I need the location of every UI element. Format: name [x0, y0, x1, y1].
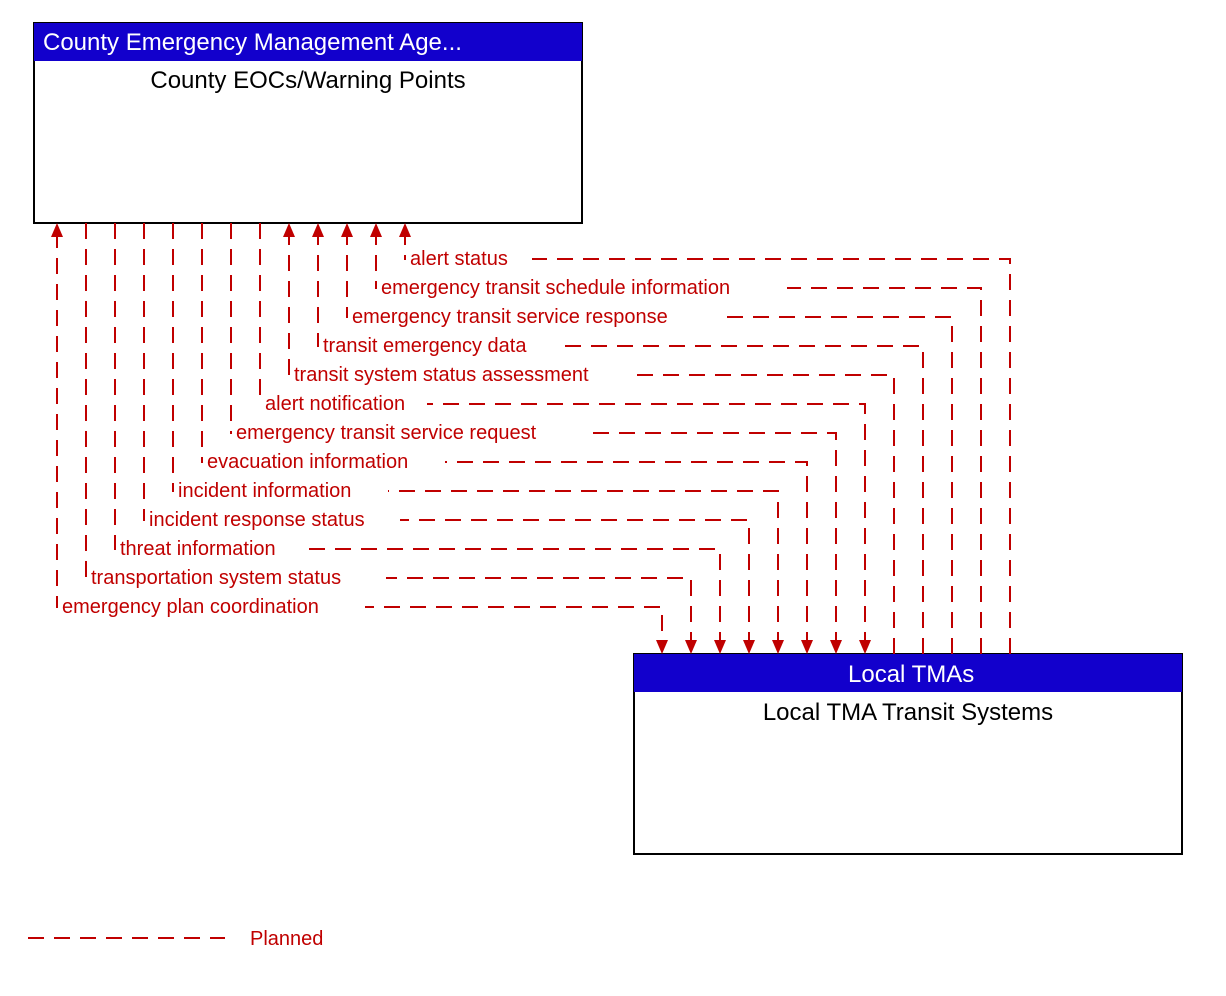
- flow-label: emergency plan coordination: [62, 596, 319, 618]
- node-county-body: County EOCs/Warning Points: [150, 67, 465, 94]
- legend-label: Planned: [250, 928, 323, 950]
- flow-label: incident information: [178, 480, 351, 502]
- flow-label: emergency transit service request: [236, 422, 537, 444]
- flow-label: incident response status: [149, 509, 365, 531]
- flow-label: alert status: [410, 248, 508, 270]
- flow-label: emergency transit schedule information: [381, 277, 730, 299]
- flow-label: alert notification: [265, 393, 405, 415]
- flow-label: transportation system status: [91, 567, 341, 589]
- node-local-header: Local TMAs: [848, 661, 974, 688]
- flow-label: transit emergency data: [323, 335, 527, 357]
- node-local-body: Local TMA Transit Systems: [763, 699, 1053, 726]
- flow-label: evacuation information: [207, 451, 408, 473]
- node-local-tma: Local TMAs Local TMA Transit Systems: [634, 654, 1182, 854]
- architecture-flow-diagram: County Emergency Management Age... Count…: [0, 0, 1226, 996]
- node-county-eocs: County Emergency Management Age... Count…: [34, 23, 582, 223]
- node-county-header: County Emergency Management Age...: [43, 29, 462, 56]
- flow-label: transit system status assessment: [294, 364, 589, 386]
- flow-label: threat information: [120, 538, 276, 560]
- flow-label: emergency transit service response: [352, 306, 668, 328]
- legend: Planned: [28, 928, 323, 950]
